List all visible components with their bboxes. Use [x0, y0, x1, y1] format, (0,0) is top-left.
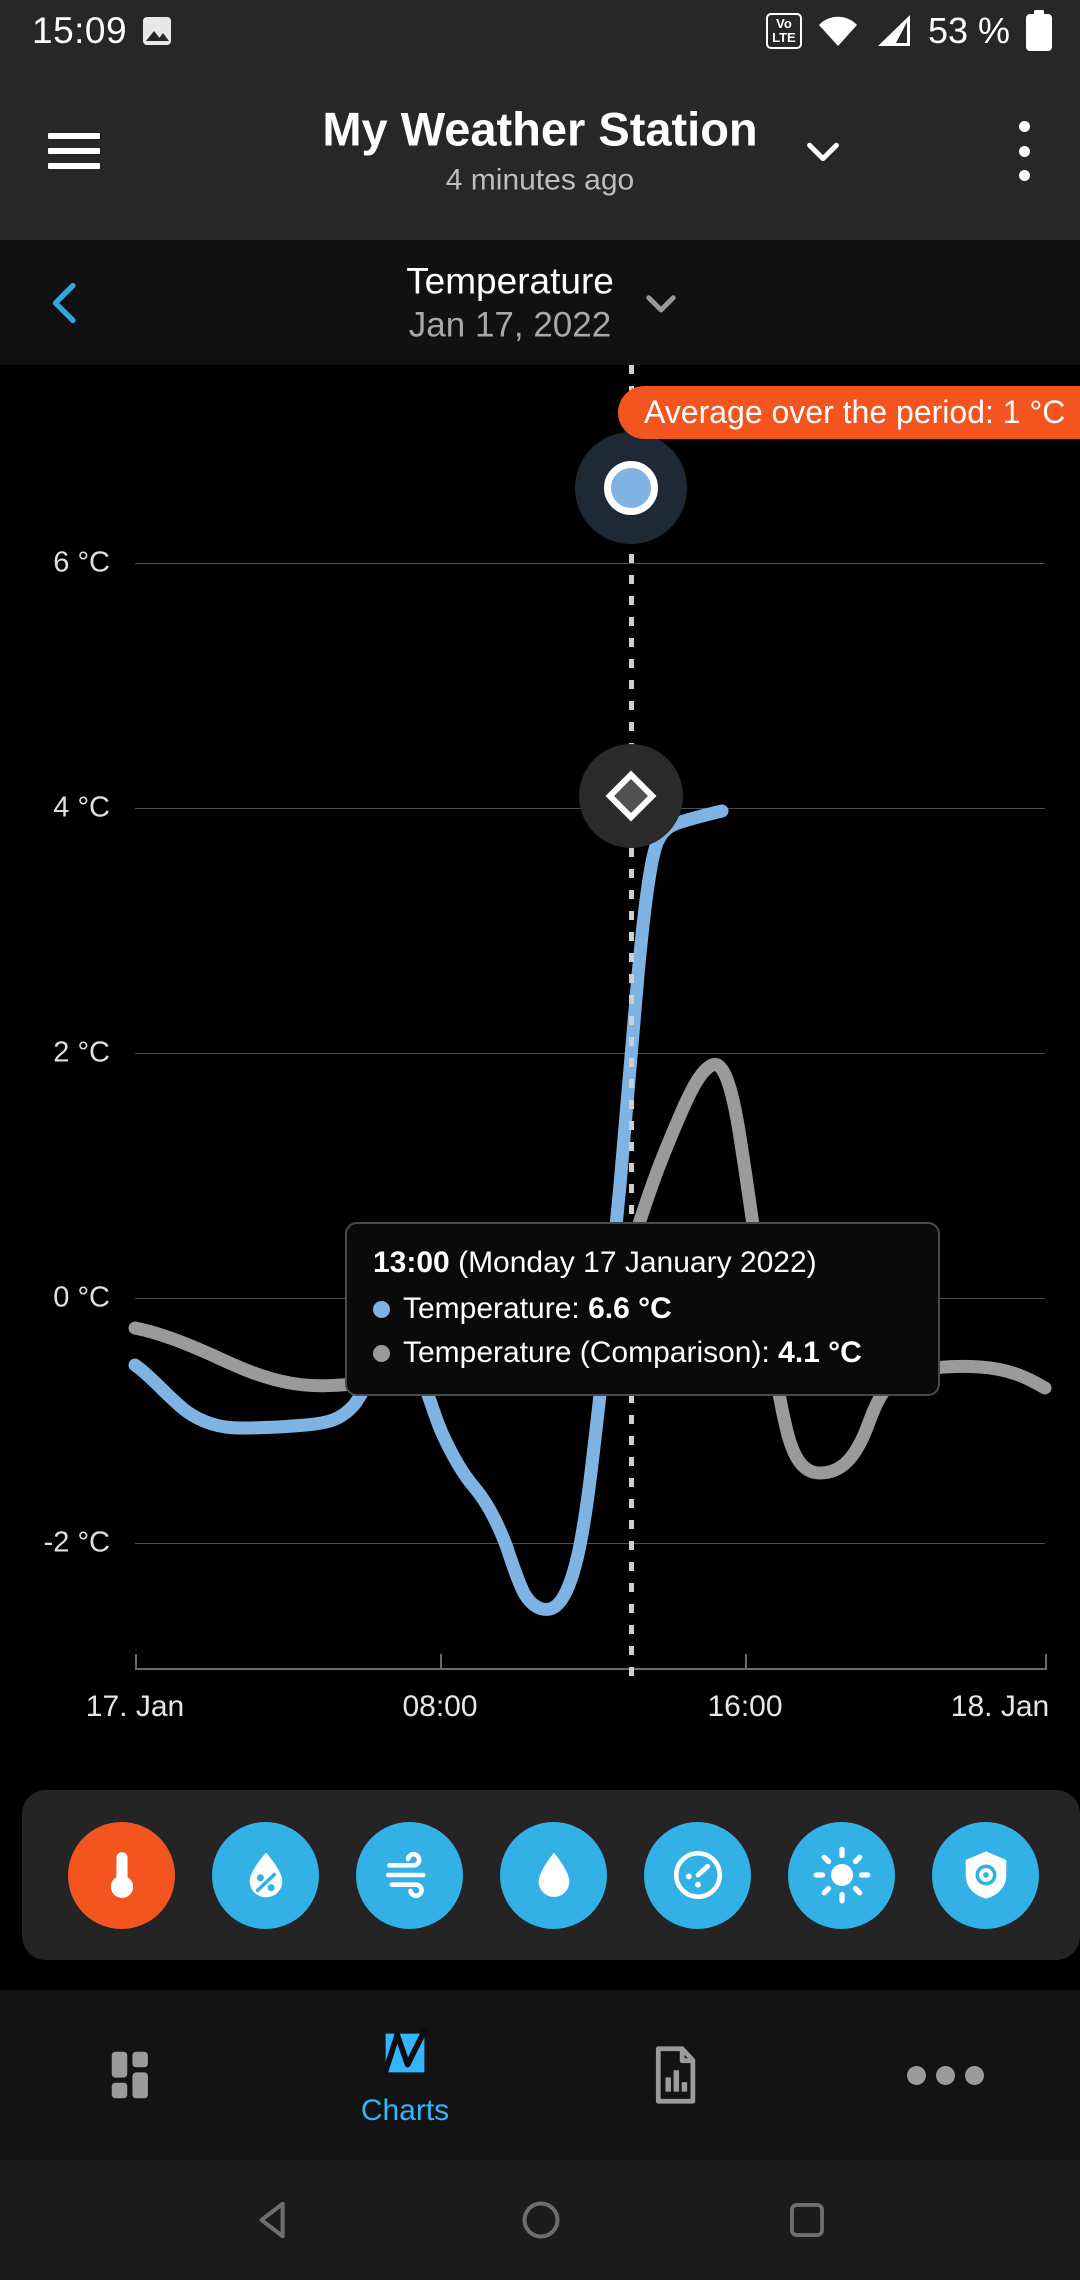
tooltip-value-temperature: 6.6 °C — [588, 1292, 672, 1325]
metric-date: Jan 17, 2022 — [408, 305, 612, 345]
android-back-icon[interactable] — [251, 2197, 297, 2243]
chevron-down-icon[interactable] — [800, 128, 846, 174]
nav-item-dashboard[interactable] — [0, 1990, 270, 2160]
metric-chip-air-quality[interactable] — [932, 1821, 1039, 1929]
more-dot — [964, 2065, 984, 2085]
metric-chip-humidity[interactable] — [212, 1821, 319, 1929]
android-navigation-bar — [0, 2160, 1080, 2280]
metric-title-block: Temperature Jan 17, 2022 — [0, 260, 1080, 345]
dashboard-icon — [111, 2051, 148, 2099]
rain-icon — [538, 1852, 569, 1897]
app-title-block: My Weather Station 4 minutes ago — [0, 102, 1080, 198]
page-title: My Weather Station — [322, 102, 758, 156]
chart-tooltip: 13:00 (Monday 17 January 2022) Temperatu… — [345, 1222, 940, 1396]
tooltip-title: 13:00 (Monday 17 January 2022) — [373, 1246, 912, 1280]
kebab-dot — [1018, 121, 1030, 132]
hamburger-line — [48, 163, 100, 169]
chart-sub-bar: Temperature Jan 17, 2022 — [0, 240, 1080, 365]
status-clock: 15:09 — [32, 10, 128, 51]
more-dot — [906, 2065, 926, 2085]
shield-icon — [965, 1851, 1006, 1899]
gallery-icon — [143, 17, 172, 45]
average-banner: Average over the period: 1 °C — [618, 386, 1080, 439]
battery-percent-label: 53 % — [927, 10, 1010, 51]
wifi-icon — [818, 16, 857, 46]
status-bar-right: Vo LTE 53 % — [765, 10, 1054, 52]
status-bar-left: 15:09 — [32, 10, 172, 52]
tooltip-row-temperature: Temperature: 6.6 °C — [373, 1292, 912, 1326]
tooltip-bullet-comparison — [373, 1344, 390, 1362]
more-icon — [906, 2065, 984, 2085]
hamburger-menu-icon[interactable] — [48, 133, 100, 169]
gauge-icon — [673, 1850, 722, 1900]
nav-item-more[interactable] — [810, 1990, 1080, 2160]
volte-bottom-label: LTE — [772, 30, 796, 45]
more-dot — [935, 2065, 955, 2085]
metric-chip-wind[interactable] — [356, 1821, 463, 1929]
metric-chip-solar[interactable] — [788, 1821, 895, 1929]
temperature-marker[interactable] — [604, 461, 658, 515]
wind-icon — [385, 1851, 426, 1899]
kebab-menu-icon[interactable] — [1018, 121, 1030, 181]
temperature-chart[interactable]: 6 °C 4 °C 2 °C 0 °C -2 °C 17. Jan 08:00 … — [0, 365, 1080, 1735]
nav-item-charts[interactable]: Charts — [270, 1990, 540, 2160]
tooltip-value-comparison: 4.1 °C — [778, 1336, 862, 1369]
kebab-dot — [1018, 145, 1030, 157]
tooltip-row-comparison: Temperature (Comparison): 4.1 °C — [373, 1336, 912, 1370]
battery-icon — [1026, 10, 1052, 51]
charts-icon — [382, 2028, 428, 2074]
hamburger-line — [48, 148, 100, 154]
app-bar: My Weather Station 4 minutes ago — [0, 62, 1080, 240]
tooltip-label-comparison: Temperature (Comparison): — [403, 1336, 770, 1369]
tooltip-date: (Monday 17 January 2022) — [458, 1246, 817, 1279]
kebab-dot — [1018, 170, 1030, 181]
crosshair-line — [629, 365, 634, 1683]
metric-selector-bar[interactable] — [22, 1790, 1080, 1960]
volte-top-label: Vo — [776, 16, 792, 32]
metric-title: Temperature — [406, 259, 614, 301]
last-update-label: 4 minutes ago — [445, 163, 635, 197]
android-home-icon[interactable] — [518, 2197, 564, 2243]
app-screen: 15:09 Vo LTE 53 % My Weather Station 4 m… — [0, 0, 1080, 2280]
android-recents-icon[interactable] — [785, 2198, 829, 2242]
humidity-icon — [249, 1852, 282, 1898]
status-bar: 15:09 Vo LTE 53 % — [0, 0, 1080, 62]
tooltip-bullet-temperature — [373, 1300, 390, 1318]
thermometer-icon — [110, 1852, 133, 1898]
cellular-signal-icon — [877, 15, 910, 46]
bottom-navigation: Charts — [0, 1990, 1080, 2160]
metric-chip-pressure[interactable] — [644, 1821, 751, 1929]
report-icon — [655, 2046, 696, 2104]
nav-label-charts: Charts — [360, 2094, 450, 2127]
hamburger-line — [48, 133, 100, 139]
metric-chip-temperature[interactable] — [68, 1821, 175, 1929]
nav-item-report[interactable] — [540, 1990, 810, 2160]
tooltip-time: 13:00 — [373, 1246, 450, 1279]
volte-icon: Vo LTE — [765, 13, 802, 49]
metric-chip-rain[interactable] — [500, 1821, 607, 1929]
tooltip-label-temperature: Temperature: — [403, 1292, 580, 1325]
metric-chip-row — [22, 1790, 1080, 1960]
sun-icon — [813, 1846, 870, 1904]
chart-series-layer — [128, 804, 1052, 1616]
period-chevron-down-icon[interactable] — [640, 282, 682, 324]
